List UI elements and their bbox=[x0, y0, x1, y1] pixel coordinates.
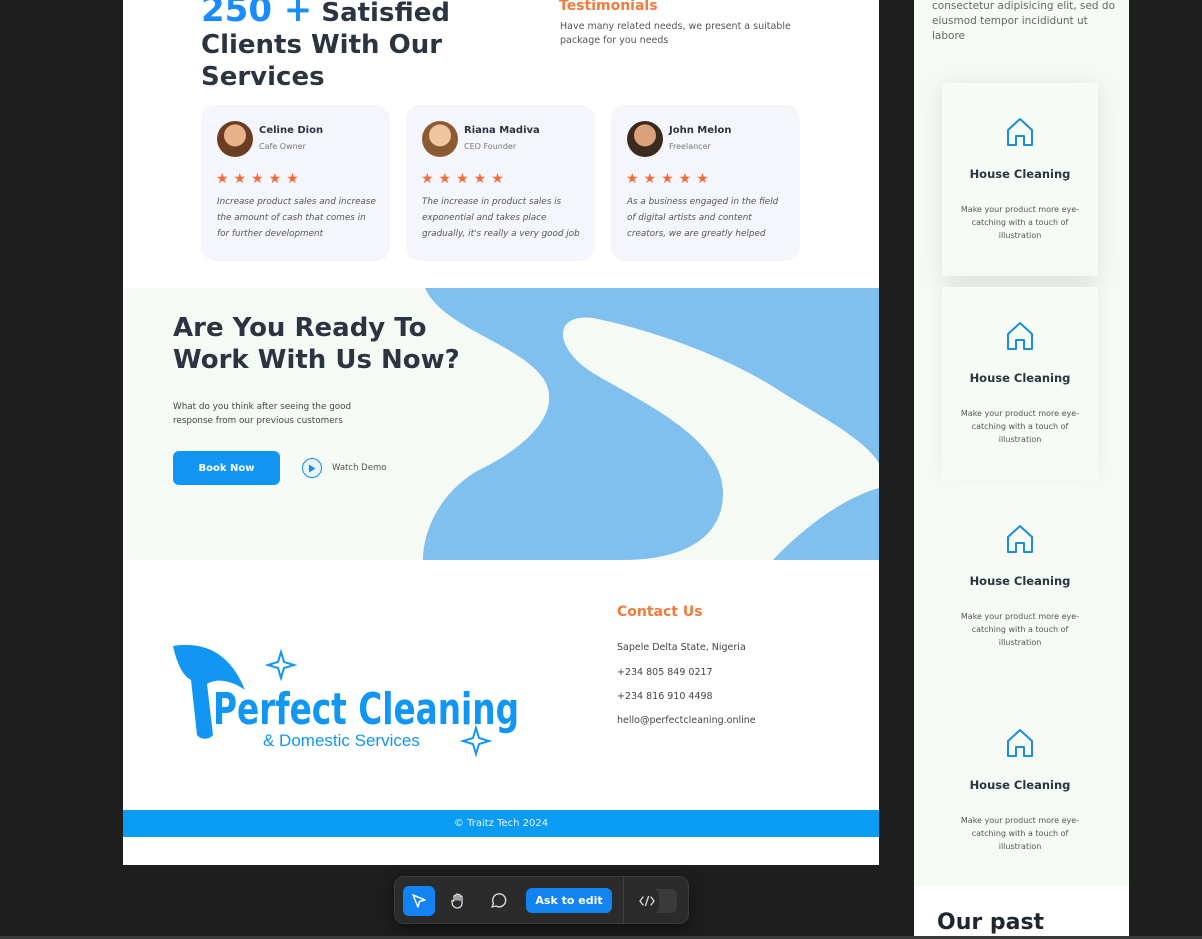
hand-icon bbox=[451, 893, 463, 909]
testimonial-card: John Melon Freelancer ★★★★★ As a busines… bbox=[611, 105, 800, 261]
service-card: House Cleaning Make your product more ey… bbox=[942, 287, 1098, 480]
service-title: House Cleaning bbox=[969, 371, 1071, 385]
testimonial-role: CEO Founder bbox=[464, 142, 517, 151]
service-card: House Cleaning Make your product more ey… bbox=[942, 490, 1098, 683]
testimonials-subtitle: Have many related needs, we present a su… bbox=[560, 21, 791, 46]
testimonial-quote: Increase product sales and increase the … bbox=[217, 197, 376, 239]
contact-address: Sapele Delta State, Nigeria bbox=[617, 642, 746, 653]
toolbar-divider bbox=[623, 877, 624, 923]
house-icon bbox=[1007, 729, 1033, 757]
comment-icon bbox=[491, 893, 507, 908]
testimonial-name: John Melon bbox=[669, 125, 732, 136]
past-section-title: Our past bbox=[937, 910, 1045, 935]
cta-section: Are You Ready To Work With Us Now? What … bbox=[123, 288, 879, 560]
main-artboard: 250 + Satisfied Clients With Our Service… bbox=[123, 0, 879, 865]
copyright-text: © Traitz Tech 2024 bbox=[453, 818, 549, 829]
rating-stars: ★★★★★ bbox=[421, 171, 509, 187]
testimonial-card: Riana Madiva CEO Founder ★★★★★ The incre… bbox=[406, 105, 595, 261]
service-description: Make your product more eye-catching with… bbox=[960, 612, 1080, 647]
avatar bbox=[627, 121, 663, 157]
cta-subtitle: What do you think after seeing the good … bbox=[173, 402, 352, 426]
testimonial-name: Riana Madiva bbox=[464, 125, 540, 136]
ask-to-edit-button[interactable]: Ask to edit bbox=[526, 888, 612, 913]
service-title: House Cleaning bbox=[969, 778, 1071, 792]
avatar bbox=[217, 121, 253, 157]
house-icon bbox=[1007, 118, 1033, 146]
cta-heading: Are You Ready To Work With Us Now? bbox=[173, 313, 460, 375]
watch-demo-label: Watch Demo bbox=[332, 463, 387, 473]
service-card: House Cleaning Make your product more ey… bbox=[942, 694, 1098, 887]
contact-phone-2[interactable]: +234 816 910 4498 bbox=[617, 691, 713, 702]
testimonials-title: Testimonials bbox=[559, 0, 658, 14]
rating-stars: ★★★★★ bbox=[216, 171, 304, 187]
book-now-button[interactable]: Book Now bbox=[173, 451, 280, 485]
service-description: Make your product more eye-catching with… bbox=[960, 816, 1080, 851]
avatar bbox=[422, 121, 458, 157]
footer-bar: © Traitz Tech 2024 bbox=[123, 810, 879, 837]
house-icon bbox=[1007, 525, 1033, 553]
logo-sub-text: & Domestic Services bbox=[263, 731, 420, 750]
service-title: House Cleaning bbox=[969, 574, 1071, 588]
service-description: Make your product more eye-catching with… bbox=[960, 205, 1080, 240]
cursor-icon bbox=[412, 894, 426, 908]
contact-phone-1[interactable]: +234 805 849 0217 bbox=[617, 667, 713, 678]
client-count: 250 + bbox=[201, 0, 313, 30]
service-card: House Cleaning Make your product more ey… bbox=[942, 83, 1098, 276]
watch-demo-link[interactable]: Watch Demo bbox=[302, 458, 386, 478]
testimonial-card: Celine Dion Cafe Owner ★★★★★ Increase pr… bbox=[201, 105, 390, 261]
company-logo: Perfect Cleaning & Domestic Services bbox=[171, 640, 531, 764]
contact-email[interactable]: hello@perfectcleaning.online bbox=[617, 715, 756, 726]
play-icon bbox=[302, 458, 322, 478]
hand-tool-button[interactable] bbox=[442, 886, 474, 916]
testimonial-quote: As a business engaged in the field of di… bbox=[627, 197, 779, 239]
testimonial-role: Freelancer bbox=[669, 142, 711, 151]
testimonial-role: Cafe Owner bbox=[259, 142, 306, 151]
testimonial-name: Celine Dion bbox=[259, 125, 324, 136]
code-view-toggle[interactable] bbox=[635, 889, 677, 913]
house-icon bbox=[1007, 322, 1033, 350]
select-tool-button[interactable] bbox=[403, 886, 435, 916]
code-icon bbox=[635, 889, 659, 913]
side-artboard: consectetur adipisicing elit, sed do eiu… bbox=[914, 0, 1129, 939]
logo-main-text: Perfect Cleaning bbox=[213, 684, 519, 735]
service-description: Make your product more eye-catching with… bbox=[960, 409, 1080, 444]
side-intro-text: consectetur adipisicing elit, sed do eiu… bbox=[932, 0, 1116, 42]
comment-tool-button[interactable] bbox=[482, 886, 514, 916]
service-title: House Cleaning bbox=[969, 167, 1071, 181]
editor-toolbar: Ask to edit bbox=[394, 876, 689, 924]
contact-title: Contact Us bbox=[617, 604, 703, 620]
hero-heading: 250 + Satisfied Clients With Our Service… bbox=[201, 0, 531, 93]
testimonial-quote: The increase in product sales is exponen… bbox=[422, 197, 580, 239]
rating-stars: ★★★★★ bbox=[626, 171, 714, 187]
